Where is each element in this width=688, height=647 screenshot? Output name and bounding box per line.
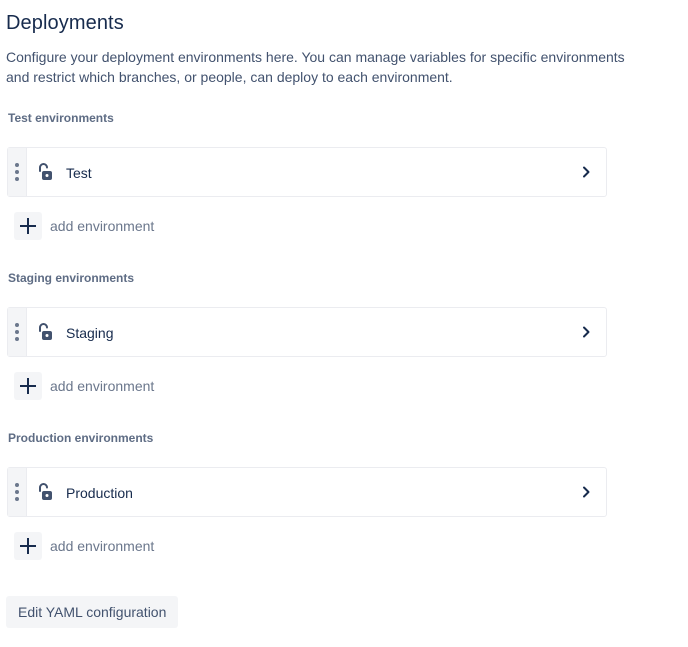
add-environment-button-production[interactable]: add environment bbox=[14, 532, 154, 560]
add-environment-label: add environment bbox=[50, 378, 155, 394]
unlocked-padlock-icon bbox=[39, 483, 52, 500]
add-environment-button-test[interactable]: add environment bbox=[14, 212, 154, 240]
environment-name: Staging bbox=[66, 325, 114, 341]
plus-icon bbox=[14, 212, 42, 240]
environment-row-production[interactable]: Production bbox=[7, 467, 607, 517]
unlocked-padlock-icon bbox=[39, 323, 52, 340]
drag-dot bbox=[15, 323, 19, 327]
chevron-right-icon[interactable] bbox=[578, 484, 594, 500]
drag-handle[interactable] bbox=[8, 308, 27, 356]
section-heading: Staging environments bbox=[8, 271, 135, 285]
plus-icon bbox=[14, 532, 42, 560]
environment-row-staging[interactable]: Staging bbox=[7, 307, 607, 357]
section-heading: Production environments bbox=[8, 431, 154, 445]
chevron-right-icon[interactable] bbox=[578, 324, 594, 340]
environment-row-test[interactable]: Test bbox=[7, 147, 607, 197]
edit-yaml-configuration-button[interactable]: Edit YAML configuration bbox=[6, 596, 179, 628]
page-description: Configure your deployment environments h… bbox=[6, 49, 625, 85]
drag-dot bbox=[15, 483, 19, 487]
drag-handle[interactable] bbox=[8, 468, 27, 516]
add-environment-label: add environment bbox=[50, 538, 155, 554]
drag-dot bbox=[15, 337, 19, 341]
page-title: Deployments bbox=[6, 12, 124, 34]
drag-handle[interactable] bbox=[8, 148, 27, 196]
drag-dot bbox=[15, 163, 19, 167]
section-heading: Test environments bbox=[8, 111, 114, 125]
chevron-right-icon[interactable] bbox=[578, 164, 594, 180]
environment-name: Test bbox=[66, 165, 92, 181]
plus-icon bbox=[14, 372, 42, 400]
drag-dot bbox=[15, 497, 19, 501]
drag-dot bbox=[15, 330, 19, 334]
add-environment-label: add environment bbox=[50, 218, 155, 234]
drag-dot bbox=[15, 490, 19, 494]
drag-dot bbox=[15, 170, 19, 174]
add-environment-button-staging[interactable]: add environment bbox=[14, 372, 154, 400]
unlocked-padlock-icon bbox=[39, 163, 52, 180]
environment-name: Production bbox=[66, 485, 133, 501]
drag-dot bbox=[15, 177, 19, 181]
